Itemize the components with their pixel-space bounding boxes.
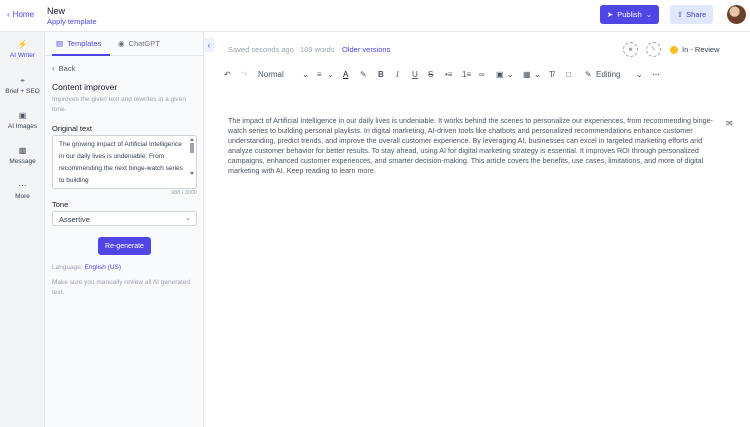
- chevron-left-icon: ‹: [7, 10, 10, 19]
- rail-item-label: AI Writer: [9, 52, 36, 59]
- numbered-list-icon[interactable]: 1≡: [462, 68, 471, 82]
- rail-item-message[interactable]: ▩ Message: [0, 146, 45, 165]
- left-rail: ⚡ AI Writer ⌖ Brief + SEO ▣ AI Images ▩ …: [0, 32, 45, 427]
- image-icon[interactable]: ▣: [496, 68, 504, 82]
- comment-add-icon[interactable]: □: [566, 68, 571, 82]
- publish-button[interactable]: ➤ Publish ⌄: [600, 5, 659, 24]
- chevron-down-icon[interactable]: ⌄: [507, 68, 514, 82]
- target-icon: ⌖: [20, 76, 25, 85]
- share-label: Share: [686, 10, 707, 19]
- character-count: 988 / 3000: [171, 190, 197, 196]
- avatar[interactable]: [727, 5, 746, 24]
- rail-item-more[interactable]: ⋯ More: [0, 181, 45, 200]
- lightning-icon: ⚡: [17, 40, 28, 49]
- template-title: Content improver: [52, 82, 118, 92]
- chevron-down-icon: ⌄: [645, 10, 653, 19]
- editor-content[interactable]: The impact of Artificial Intelligence in…: [228, 116, 724, 176]
- templates-panel: ▤ Templates ◉ ChatGPT ‹ Back Content imp…: [45, 32, 204, 427]
- chat-icon: ◉: [118, 39, 125, 48]
- rail-item-label: AI Images: [7, 123, 38, 130]
- message-icon: ▩: [18, 146, 27, 155]
- redo-icon[interactable]: ↷: [241, 68, 248, 82]
- rail-item-label: Message: [9, 158, 36, 165]
- word-count: 109 words: [300, 45, 335, 54]
- older-versions-link[interactable]: Older versions: [342, 45, 390, 54]
- highlight-icon[interactable]: ✎: [360, 68, 367, 82]
- undo-icon[interactable]: ↶: [224, 68, 231, 82]
- text-color-icon[interactable]: A: [343, 68, 348, 82]
- collapse-panel-button[interactable]: ‹: [204, 38, 214, 52]
- publish-label: Publish: [617, 10, 642, 19]
- editor-toolbar: ↶ ↷ Normal ⌄ ≡ ⌄ A ✎ B I U S •≡ 1≡ ∞ ▣ ⌄…: [222, 68, 742, 82]
- rail-item-label: Brief + SEO: [5, 88, 40, 95]
- link-icon[interactable]: ∞: [479, 68, 485, 82]
- share-button[interactable]: ⇧ Share: [670, 5, 713, 24]
- image-icon: ▣: [18, 111, 27, 120]
- strikethrough-icon[interactable]: S: [428, 68, 433, 82]
- document-title[interactable]: New: [47, 6, 65, 16]
- template-description: Improves the given text and rewrites in …: [52, 96, 187, 113]
- text-style-value: Normal: [258, 70, 284, 79]
- text-style-select[interactable]: Normal: [258, 68, 284, 82]
- chevron-down-icon: ⌄: [185, 215, 191, 222]
- underline-icon[interactable]: U: [412, 68, 418, 82]
- review-note: Make sure you manually review all AI gen…: [52, 279, 191, 296]
- language-setting: Language: English (US): [52, 264, 121, 271]
- share-icon: ⇧: [676, 10, 684, 19]
- bold-icon[interactable]: B: [378, 68, 384, 82]
- table-icon[interactable]: ▦: [523, 68, 531, 82]
- back-label: Back: [58, 64, 76, 73]
- clear-format-icon[interactable]: T̸: [549, 68, 554, 82]
- active-tab-indicator: [52, 54, 110, 56]
- tone-value: Assertive: [59, 215, 90, 224]
- language-value[interactable]: English (US): [85, 264, 121, 271]
- tone-select[interactable]: Assertive ⌄: [52, 211, 197, 226]
- align-icon[interactable]: ≡: [317, 68, 322, 82]
- editing-mode-select[interactable]: Editing: [596, 68, 620, 82]
- textarea-scrollbar[interactable]: [189, 137, 195, 187]
- italic-icon[interactable]: I: [396, 68, 399, 82]
- more-options-icon[interactable]: ⋯: [652, 68, 660, 82]
- status-label: In - Review: [682, 45, 720, 54]
- status-badge[interactable]: In - Review: [670, 45, 720, 54]
- tab-templates[interactable]: ▤ Templates: [56, 39, 101, 48]
- chevron-down-icon[interactable]: ⌄: [302, 68, 309, 82]
- top-bar: ‹ Home New Apply template ➤ Publish ⌄ ⇧ …: [0, 0, 750, 32]
- add-user-icon[interactable]: ☻: [623, 42, 638, 57]
- chevron-left-icon: ‹: [207, 40, 211, 50]
- rail-item-brief-seo[interactable]: ⌖ Brief + SEO: [0, 76, 45, 95]
- status-dot-icon: [670, 45, 678, 54]
- chevron-down-icon[interactable]: ⌄: [534, 68, 541, 82]
- rail-item-label: More: [15, 193, 30, 200]
- tab-label: Templates: [67, 39, 102, 48]
- language-label: Language:: [52, 264, 83, 271]
- ellipsis-icon: ⋯: [18, 181, 27, 190]
- bullet-list-icon[interactable]: •≡: [445, 68, 452, 82]
- tab-chatgpt[interactable]: ◉ ChatGPT: [118, 39, 160, 48]
- back-link[interactable]: ‹ Back: [52, 64, 75, 73]
- panel-tabs: ▤ Templates ◉ ChatGPT: [45, 32, 204, 56]
- original-text-field[interactable]: The growing impact of Artificial Intelli…: [52, 135, 197, 189]
- comment-icon[interactable]: ✉: [726, 119, 733, 128]
- editing-mode-value: Editing: [596, 70, 621, 79]
- regenerate-button[interactable]: Re-generate: [98, 237, 151, 255]
- send-icon: ➤: [606, 10, 614, 19]
- chevron-down-icon[interactable]: ⌄: [327, 68, 334, 82]
- rail-item-ai-images[interactable]: ▣ AI Images: [0, 111, 45, 130]
- assign-icon[interactable]: ✎: [646, 42, 661, 57]
- tone-label: Tone: [52, 200, 69, 209]
- tab-label: ChatGPT: [128, 39, 160, 48]
- apply-template-link[interactable]: Apply template: [47, 17, 97, 26]
- pencil-icon[interactable]: ✎: [585, 68, 592, 82]
- chevron-left-icon: ‹: [52, 64, 55, 73]
- rail-item-ai-writer[interactable]: ⚡ AI Writer: [0, 40, 45, 59]
- original-text-label: Original text: [52, 124, 93, 133]
- saved-status: Saved seconds ago: [228, 45, 294, 54]
- home-link[interactable]: ‹ Home: [7, 10, 34, 19]
- home-label: Home: [12, 10, 35, 19]
- chevron-down-icon[interactable]: ⌄: [636, 68, 643, 82]
- book-icon: ▤: [56, 39, 64, 48]
